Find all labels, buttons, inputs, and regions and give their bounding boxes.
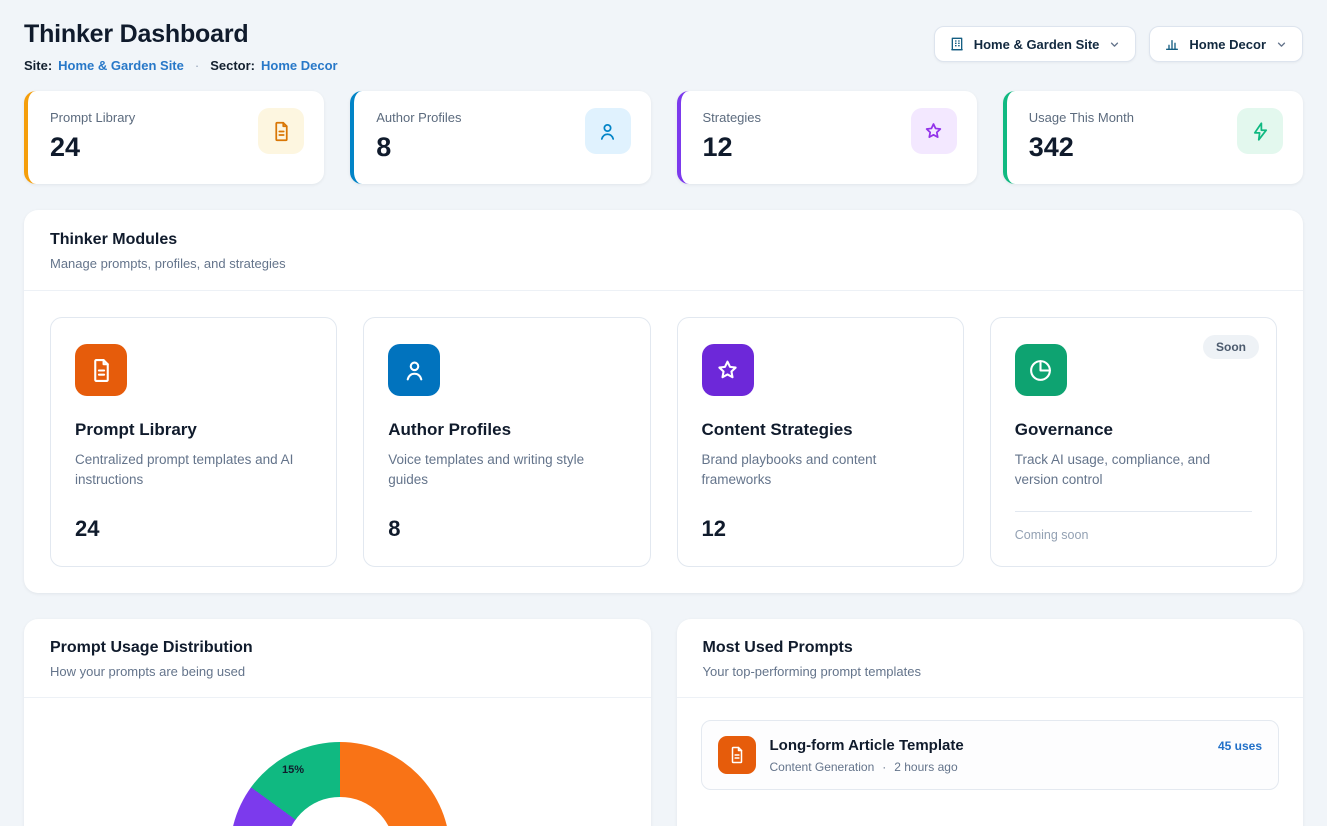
breadcrumb: Site: Home & Garden Site · Sector: Home … xyxy=(24,58,338,73)
module-card-prompt-library[interactable]: Prompt Library Centralized prompt templa… xyxy=(50,317,337,567)
document-icon xyxy=(75,344,127,396)
module-title: Author Profiles xyxy=(388,420,625,440)
module-description: Track AI usage, compliance, and version … xyxy=(1015,450,1252,491)
sector-label: Sector: xyxy=(210,58,255,73)
site-label: Site: xyxy=(24,58,52,73)
header-actions: Home & Garden Site Home Decor xyxy=(934,26,1303,62)
stats-row: Prompt Library 24 Author Profiles 8 Stra… xyxy=(24,91,1303,184)
module-description: Centralized prompt templates and AI inst… xyxy=(75,450,312,491)
prompt-item-text: Long-form Article Template Content Gener… xyxy=(770,737,964,774)
prompt-time: 2 hours ago xyxy=(894,760,957,774)
stat-card-strategies: Strategies 12 xyxy=(677,91,977,184)
dashboard-page: Thinker Dashboard Site: Home & Garden Si… xyxy=(0,0,1327,826)
chevron-down-icon xyxy=(1275,38,1288,51)
panel-subtitle: How your prompts are being used xyxy=(50,664,625,679)
list-item-prompt[interactable]: Long-form Article Template Content Gener… xyxy=(701,720,1280,790)
uses-badge: 45 uses xyxy=(1218,739,1262,753)
module-description: Brand playbooks and content frameworks xyxy=(702,450,939,491)
star-icon xyxy=(911,108,957,154)
pie-chart-icon xyxy=(1015,344,1067,396)
soon-badge: Soon xyxy=(1203,335,1259,359)
module-card-content-strategies[interactable]: Content Strategies Brand playbooks and c… xyxy=(677,317,964,567)
header: Thinker Dashboard Site: Home & Garden Si… xyxy=(24,20,1303,73)
site-selector-label: Home & Garden Site xyxy=(974,37,1100,52)
document-icon xyxy=(258,108,304,154)
module-count: 8 xyxy=(388,498,625,542)
module-count: 24 xyxy=(75,498,312,542)
donut-chart-area: 15% xyxy=(24,698,651,826)
page-title: Thinker Dashboard xyxy=(24,20,338,49)
star-icon xyxy=(702,344,754,396)
stat-card-author-profiles: Author Profiles 8 xyxy=(350,91,650,184)
site-link[interactable]: Home & Garden Site xyxy=(58,58,184,73)
usage-distribution-panel: Prompt Usage Distribution How your promp… xyxy=(24,619,651,826)
panel-title: Prompt Usage Distribution xyxy=(50,639,625,657)
bottom-row: Prompt Usage Distribution How your promp… xyxy=(24,619,1303,826)
chevron-down-icon xyxy=(1108,38,1121,51)
stat-card-usage: Usage This Month 342 xyxy=(1003,91,1303,184)
prompt-list: Long-form Article Template Content Gener… xyxy=(677,698,1304,812)
module-count: 12 xyxy=(702,498,939,542)
stat-card-prompt-library: Prompt Library 24 xyxy=(24,91,324,184)
prompt-title: Long-form Article Template xyxy=(770,737,964,754)
separator-dot: · xyxy=(195,58,199,73)
panel-title: Thinker Modules xyxy=(50,231,1277,249)
coming-soon-label: Coming soon xyxy=(1015,511,1252,542)
sector-selector-label: Home Decor xyxy=(1189,37,1266,52)
module-title: Governance xyxy=(1015,420,1252,440)
donut-slice-label: 15% xyxy=(282,764,304,776)
building-icon xyxy=(949,36,965,52)
site-selector-dropdown[interactable]: Home & Garden Site xyxy=(934,26,1137,62)
prompt-meta: Content Generation · 2 hours ago xyxy=(770,760,964,774)
usage-distribution-header: Prompt Usage Distribution How your promp… xyxy=(24,619,651,698)
lightning-icon xyxy=(1237,108,1283,154)
user-icon xyxy=(388,344,440,396)
module-card-governance: Soon Governance Track AI usage, complian… xyxy=(990,317,1277,567)
most-used-prompts-panel: Most Used Prompts Your top-performing pr… xyxy=(677,619,1304,826)
panel-subtitle: Your top-performing prompt templates xyxy=(703,664,1278,679)
module-title: Content Strategies xyxy=(702,420,939,440)
separator-dot: · xyxy=(882,760,886,774)
module-card-author-profiles[interactable]: Author Profiles Voice templates and writ… xyxy=(363,317,650,567)
module-title: Prompt Library xyxy=(75,420,312,440)
header-left: Thinker Dashboard Site: Home & Garden Si… xyxy=(24,20,338,73)
document-icon xyxy=(718,736,756,774)
module-description: Voice templates and writing style guides xyxy=(388,450,625,491)
thinker-modules-panel: Thinker Modules Manage prompts, profiles… xyxy=(24,210,1303,593)
thinker-modules-header: Thinker Modules Manage prompts, profiles… xyxy=(24,210,1303,291)
panel-title: Most Used Prompts xyxy=(703,639,1278,657)
modules-grid: Prompt Library Centralized prompt templa… xyxy=(24,291,1303,593)
donut-chart xyxy=(230,742,450,826)
sector-link[interactable]: Home Decor xyxy=(261,58,338,73)
bar-chart-icon xyxy=(1164,36,1180,52)
most-used-prompts-header: Most Used Prompts Your top-performing pr… xyxy=(677,619,1304,698)
panel-subtitle: Manage prompts, profiles, and strategies xyxy=(50,256,1277,271)
sector-selector-dropdown[interactable]: Home Decor xyxy=(1149,26,1303,62)
prompt-category: Content Generation xyxy=(770,760,875,774)
user-icon xyxy=(585,108,631,154)
